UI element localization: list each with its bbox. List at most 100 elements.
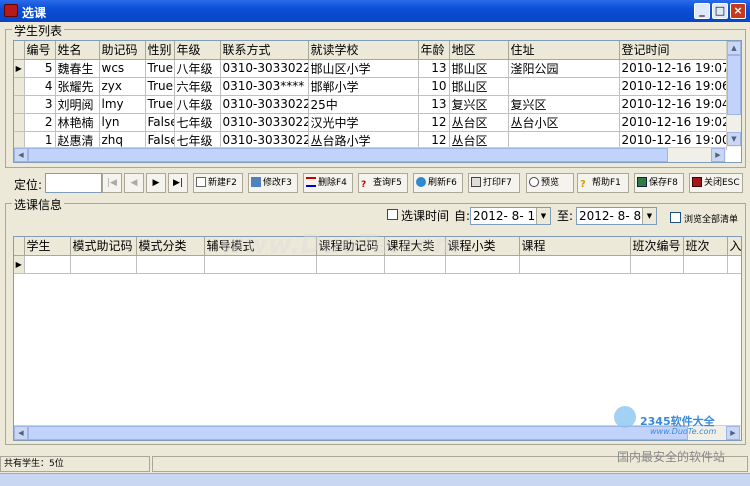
cell-register-time[interactable]: 2010-12-16 19:07:5 (619, 59, 727, 78)
cell-contact[interactable]: 0310-303**** (220, 77, 309, 96)
col-header-mode-category[interactable]: 模式分类 (136, 237, 205, 256)
empty-cell[interactable] (445, 255, 520, 274)
cell-id[interactable]: 5 (24, 59, 56, 78)
col-header-school[interactable]: 就读学校 (308, 41, 419, 60)
student-grid-vertical-scrollbar[interactable]: ▲ ▼ (726, 41, 741, 147)
col-header-age[interactable]: 年龄 (418, 41, 450, 60)
save-button[interactable]: 保存F8 (634, 173, 684, 193)
cell-gender[interactable]: False (145, 113, 175, 132)
cell-gender[interactable]: True (145, 95, 175, 114)
cell-name[interactable]: 张耀先 (55, 77, 100, 96)
cell-grade[interactable]: 六年级 (174, 77, 221, 96)
col-header-course-mnemonic[interactable]: 课程助记码 (316, 237, 385, 256)
empty-cell[interactable] (630, 255, 684, 274)
student-grid[interactable]: 编号 姓名 助记码 性别 年级 联系方式 就读学校 年龄 地区 住址 登记时间 … (13, 40, 742, 163)
col-header-gender[interactable]: 性别 (145, 41, 175, 60)
col-header-class[interactable]: 班次 (683, 237, 728, 256)
scroll-right-icon[interactable]: ▶ (726, 426, 740, 440)
col-header-course-subcategory[interactable]: 课程小类 (445, 237, 520, 256)
refresh-button[interactable]: 刷新F6 (413, 173, 463, 193)
empty-cell[interactable] (24, 255, 71, 274)
cell-address[interactable] (508, 77, 620, 96)
scroll-thumb[interactable] (727, 55, 741, 115)
cell-register-time[interactable]: 2010-12-16 19:02:4 (619, 113, 727, 132)
cell-mnemonic[interactable]: wcs (99, 59, 146, 78)
cell-contact[interactable]: 0310-3033022 (220, 59, 309, 78)
cell-age[interactable]: 13 (418, 59, 450, 78)
col-header-student[interactable]: 学生 (24, 237, 71, 256)
nav-next-button[interactable]: ▶ (146, 173, 166, 193)
student-grid-horizontal-scrollbar[interactable]: ◀ ▶ (14, 147, 726, 162)
print-button[interactable]: 打印F7 (468, 173, 520, 193)
empty-cell[interactable] (683, 255, 728, 274)
empty-cell[interactable] (316, 255, 385, 274)
scroll-right-icon[interactable]: ▶ (711, 148, 725, 162)
cell-mnemonic[interactable]: lmy (99, 95, 146, 114)
scroll-thumb[interactable] (28, 148, 668, 162)
chevron-down-icon[interactable]: ▼ (536, 208, 550, 224)
scroll-down-icon[interactable]: ▼ (727, 132, 741, 146)
cell-contact[interactable]: 0310-3033022 (220, 113, 309, 132)
course-time-checkbox[interactable] (387, 209, 398, 220)
new-button[interactable]: 新建F2 (193, 173, 243, 193)
locate-input[interactable] (45, 173, 102, 193)
empty-cell[interactable] (384, 255, 446, 274)
cell-address[interactable]: 复兴区 (508, 95, 620, 114)
browse-all-checkbox[interactable] (670, 212, 681, 223)
nav-last-button[interactable]: ▶| (168, 173, 188, 193)
close-button[interactable]: 关闭ESC (689, 173, 743, 193)
edit-button[interactable]: 修改F3 (248, 173, 298, 193)
course-grid-horizontal-scrollbar[interactable]: ◀ ▶ (14, 425, 741, 440)
query-button[interactable]: ? 查询F5 (358, 173, 408, 193)
col-header-address[interactable]: 住址 (508, 41, 620, 60)
col-header-register-time[interactable]: 登记时间 (619, 41, 727, 60)
cell-mnemonic[interactable]: zyx (99, 77, 146, 96)
table-row[interactable]: 2 林艳楠 lyn False 七年级 0310-3033022 汉光中学 12… (14, 113, 727, 132)
cell-address[interactable]: 丛台小区 (508, 113, 620, 132)
cell-id[interactable]: 3 (24, 95, 56, 114)
empty-cell[interactable] (204, 255, 317, 274)
cell-age[interactable]: 12 (418, 113, 450, 132)
scroll-left-icon[interactable]: ◀ (14, 148, 28, 162)
minimize-button[interactable]: _ (694, 3, 710, 19)
col-header-class-id[interactable]: 班次编号 (630, 237, 684, 256)
empty-cell[interactable] (136, 255, 205, 274)
cell-district[interactable]: 丛台区 (449, 113, 509, 132)
cell-name[interactable]: 林艳楠 (55, 113, 100, 132)
cell-district[interactable]: 邯山区 (449, 59, 509, 78)
cell-age[interactable]: 13 (418, 95, 450, 114)
cell-school[interactable]: 邯郸小学 (308, 77, 419, 96)
cell-id[interactable]: 4 (24, 77, 56, 96)
nav-prev-button[interactable]: ◀ (124, 173, 144, 193)
table-row[interactable]: 4 张耀先 zyx True 六年级 0310-303**** 邯郸小学 10 … (14, 77, 727, 96)
cell-district[interactable]: 复兴区 (449, 95, 509, 114)
col-header-district[interactable]: 地区 (449, 41, 509, 60)
cell-mnemonic[interactable]: lyn (99, 113, 146, 132)
cell-register-time[interactable]: 2010-12-16 19:06:1 (619, 77, 727, 96)
cell-name[interactable]: 魏春生 (55, 59, 100, 78)
delete-button[interactable]: 删除F4 (303, 173, 353, 193)
col-header-mode-mnemonic[interactable]: 模式助记码 (70, 237, 137, 256)
cell-contact[interactable]: 0310-3033022 (220, 95, 309, 114)
col-header-course[interactable]: 课程 (519, 237, 631, 256)
date-to-picker[interactable]: 2012- 8- 8 ▼ (576, 207, 657, 225)
col-header-mnemonic[interactable]: 助记码 (99, 41, 146, 60)
scroll-thumb[interactable] (28, 426, 688, 440)
cell-age[interactable]: 10 (418, 77, 450, 96)
maximize-button[interactable]: □ (712, 3, 728, 19)
cell-gender[interactable]: True (145, 77, 175, 96)
col-header-course-category[interactable]: 课程大类 (384, 237, 446, 256)
table-row[interactable]: ▶ (14, 255, 741, 274)
cell-gender[interactable]: True (145, 59, 175, 78)
col-header-id[interactable]: 编号 (24, 41, 56, 60)
preview-button[interactable]: 预览 (526, 173, 574, 193)
window-horizontal-scrollbar[interactable] (0, 473, 750, 486)
date-from-picker[interactable]: 2012- 8- 1 ▼ (470, 207, 551, 225)
empty-cell[interactable] (519, 255, 631, 274)
table-row[interactable]: 3 刘明阅 lmy True 八年级 0310-3033022 25中 13 复… (14, 95, 727, 114)
cell-grade[interactable]: 八年级 (174, 95, 221, 114)
empty-cell[interactable] (70, 255, 137, 274)
col-header-grade[interactable]: 年级 (174, 41, 221, 60)
nav-first-button[interactable]: |◀ (102, 173, 122, 193)
cell-district[interactable]: 邯山区 (449, 77, 509, 96)
